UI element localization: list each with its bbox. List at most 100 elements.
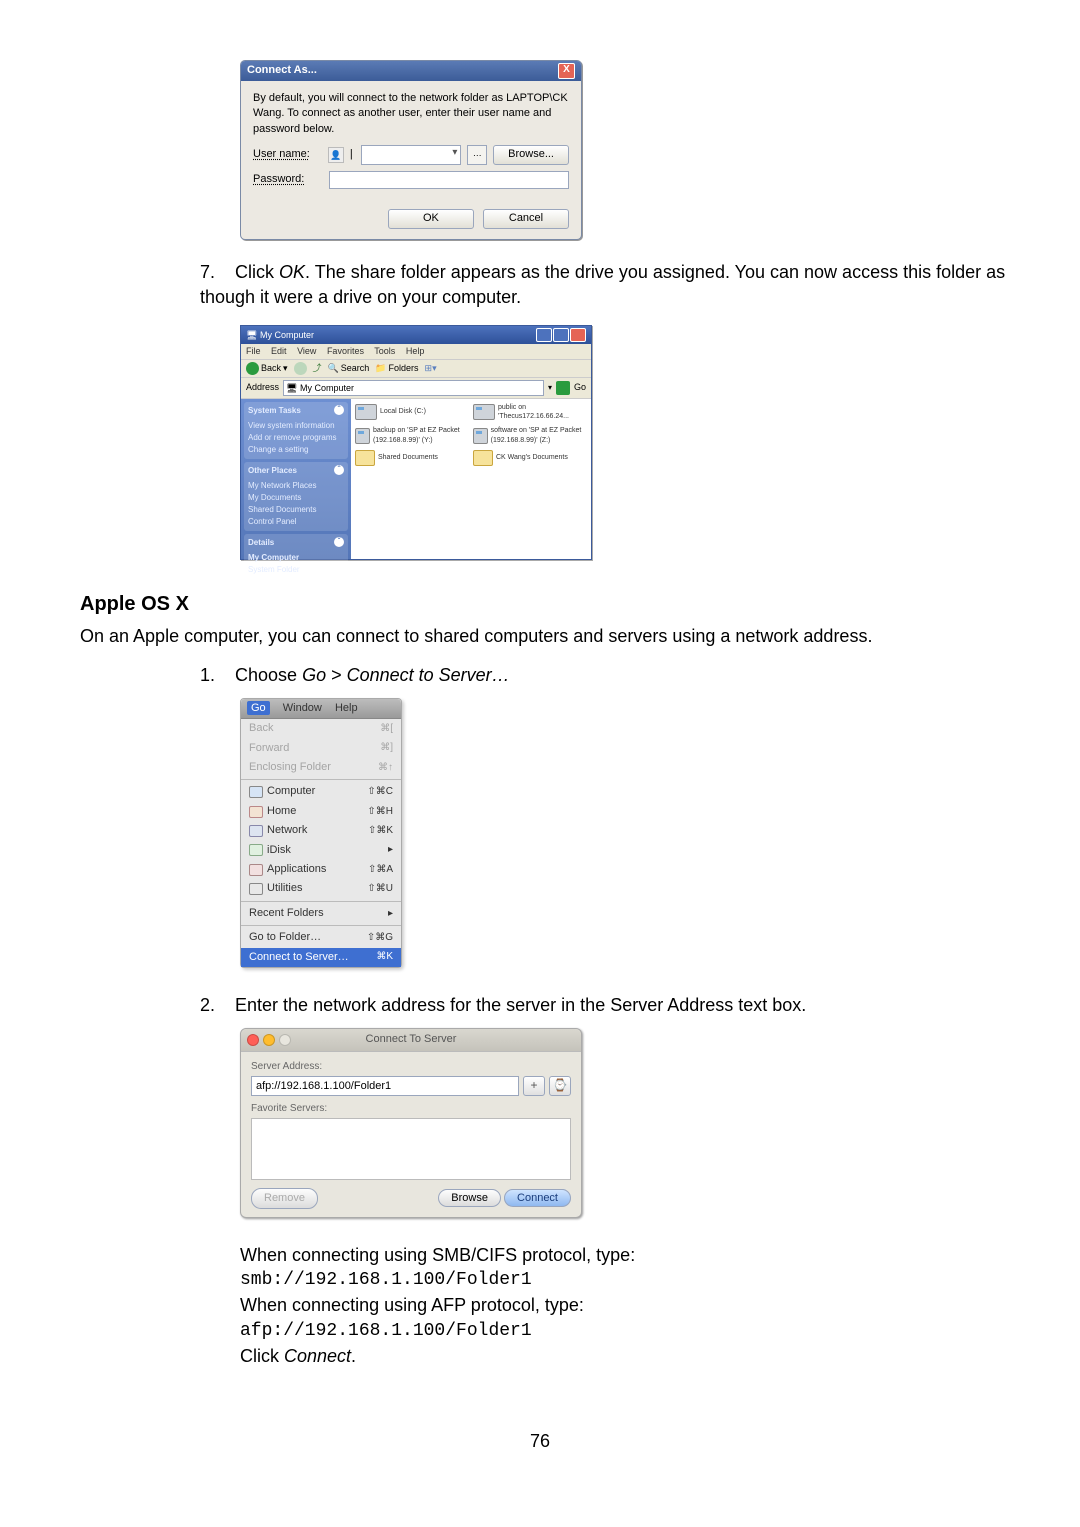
browse-button[interactable]: Browse (438, 1189, 501, 1207)
back-button[interactable]: Back ▾ (246, 362, 288, 375)
menu-item-enclosing: Enclosing Folder⌘↑ (241, 758, 401, 777)
sidebar-item[interactable]: View system information (248, 420, 344, 432)
username-input[interactable] (361, 145, 462, 165)
apple-step-2: 2. Enter the network address for the ser… (200, 993, 1030, 1018)
address-input[interactable]: 🖥 My Computer (283, 380, 544, 396)
menu-item-goto-folder[interactable]: Go to Folder…⇧⌘G (241, 928, 401, 947)
user-icon: 👤 (328, 147, 344, 163)
menu-item-forward: Forward⌘] (241, 739, 401, 758)
browse-button[interactable]: Browse... (493, 145, 569, 164)
page-number: 76 (50, 1429, 1030, 1454)
menu-item-utilities[interactable]: Utilities⇧⌘U (241, 879, 401, 898)
menu-go[interactable]: Go (247, 701, 270, 715)
computer-icon: 🖥 (246, 330, 257, 340)
menu-help[interactable]: Help (335, 702, 358, 714)
drive-item[interactable]: public on 'Thecus172.16.66.24... (473, 403, 587, 423)
chevron-up-icon[interactable]: ˆ (334, 405, 344, 415)
close-icon[interactable] (247, 1034, 259, 1046)
server-address-input[interactable]: afp://192.168.1.100/Folder1 (251, 1076, 519, 1096)
zoom-icon (279, 1034, 291, 1046)
menu-item-applications[interactable]: Applications⇧⌘A (241, 860, 401, 879)
folder-icon (473, 450, 493, 466)
menu-edit[interactable]: Edit (271, 346, 287, 356)
sidebar-item[interactable]: Control Panel (248, 516, 344, 528)
connect-as-message: By default, you will connect to the netw… (253, 91, 569, 137)
password-label: Password: (253, 172, 323, 187)
apple-step-1: 1. Choose Go > Connect to Server… (200, 663, 1030, 688)
drive-item[interactable]: Local Disk (C:) (355, 403, 469, 423)
menu-view[interactable]: View (297, 346, 316, 356)
close-icon[interactable] (570, 328, 586, 342)
protocol-instructions: When connecting using SMB/CIFS protocol,… (240, 1243, 1030, 1369)
chevron-down-icon[interactable]: ˇ (334, 537, 344, 547)
network-icon (249, 825, 263, 837)
chevron-up-icon[interactable]: ˆ (334, 465, 344, 475)
favorite-servers-list[interactable] (251, 1118, 571, 1180)
menu-item-connect-server[interactable]: Connect to Server…⌘K (241, 948, 401, 967)
connect-button[interactable]: Connect (504, 1189, 571, 1207)
explorer-sidebar: System Tasksˆ View system information Ad… (241, 399, 351, 559)
lookup-button[interactable]: … (467, 145, 487, 165)
password-input[interactable] (329, 171, 569, 189)
home-icon (249, 806, 263, 818)
menu-tools[interactable]: Tools (374, 346, 395, 356)
add-favorite-button[interactable]: + (523, 1076, 545, 1096)
search-button[interactable]: 🔍Search (328, 362, 370, 375)
menu-favorites[interactable]: Favorites (327, 346, 364, 356)
folder-item[interactable]: Shared Documents (355, 450, 469, 466)
sidebar-item[interactable]: Add or remove programs (248, 432, 344, 444)
menu-window[interactable]: Window (283, 702, 322, 714)
views-icon[interactable]: ⊞▾ (425, 362, 437, 375)
maximize-icon[interactable] (553, 328, 569, 342)
menu-help[interactable]: Help (406, 346, 425, 356)
explorer-menubar: File Edit View Favorites Tools Help (241, 344, 591, 360)
history-button[interactable]: ⌚ (549, 1076, 571, 1096)
folders-button[interactable]: 📁Folders (375, 362, 418, 375)
sidebar-item[interactable]: My Network Places (248, 480, 344, 492)
applications-icon (249, 864, 263, 876)
idisk-icon (249, 844, 263, 856)
ok-button[interactable]: OK (388, 209, 474, 228)
drive-item[interactable]: backup on 'SP at EZ Packet (192.168.8.99… (355, 426, 469, 446)
remove-button: Remove (251, 1188, 318, 1209)
menu-item-network[interactable]: Network⇧⌘K (241, 821, 401, 840)
explorer-main: Local Disk (C:) public on 'Thecus172.16.… (351, 399, 591, 559)
menu-item-home[interactable]: Home⇧⌘H (241, 802, 401, 821)
menu-file[interactable]: File (246, 346, 261, 356)
menu-item-computer[interactable]: Computer⇧⌘C (241, 782, 401, 801)
network-drive-icon (473, 428, 488, 444)
up-icon[interactable]: ⤴ (313, 362, 322, 375)
sidebar-item[interactable]: Change a setting (248, 444, 344, 456)
drive-item[interactable]: software on 'SP at EZ Packet (192.168.8.… (473, 426, 587, 446)
network-drive-icon (473, 404, 495, 420)
username-label: User name: (253, 147, 322, 162)
apple-intro: On an Apple computer, you can connect to… (80, 624, 1030, 649)
close-icon[interactable]: X (558, 63, 575, 79)
drive-icon (355, 404, 377, 420)
menu-item-recent[interactable]: Recent Folders▸ (241, 904, 401, 923)
apple-osx-heading: Apple OS X (80, 590, 1030, 618)
step-7: 7. Click OK. The share folder appears as… (200, 260, 1030, 310)
folder-icon (355, 450, 375, 466)
minimize-icon[interactable] (536, 328, 552, 342)
sidebar-item[interactable]: Shared Documents (248, 504, 344, 516)
minimize-icon[interactable] (263, 1034, 275, 1046)
cts-titlebar: Connect To Server (241, 1029, 581, 1051)
panel-details: Detailsˇ My Computer System Folder (244, 534, 348, 579)
connect-as-title: Connect As... (247, 63, 317, 79)
connect-as-dialog: Connect As... X By default, you will con… (240, 60, 582, 240)
panel-other-places: Other Placesˆ My Network Places My Docum… (244, 462, 348, 531)
connect-to-server-dialog: Connect To Server Server Address: afp://… (240, 1028, 582, 1218)
go-button[interactable] (556, 381, 570, 395)
menu-item-idisk[interactable]: iDisk▸ (241, 841, 401, 860)
cancel-button[interactable]: Cancel (483, 209, 569, 228)
connect-as-titlebar: Connect As... X (241, 61, 581, 81)
explorer-window: 🖥 My Computer File Edit View Favorites T… (240, 325, 592, 560)
panel-system-tasks: System Tasksˆ View system information Ad… (244, 402, 348, 459)
computer-icon (249, 786, 263, 798)
folder-item[interactable]: CK Wang's Documents (473, 450, 587, 466)
mac-go-menu: Go Window Help Back⌘[ Forward⌘] Enclosin… (240, 698, 402, 968)
forward-button[interactable] (294, 362, 307, 375)
sidebar-item[interactable]: My Documents (248, 492, 344, 504)
explorer-addressbar: Address 🖥 My Computer ▾ Go (241, 378, 591, 399)
